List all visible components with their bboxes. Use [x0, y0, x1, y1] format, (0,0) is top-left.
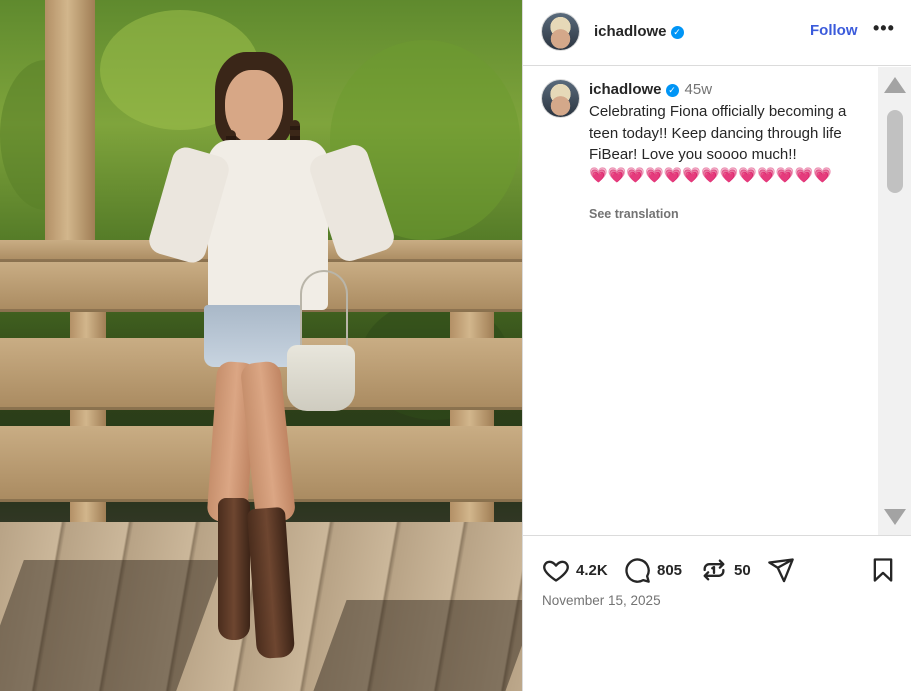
repost-count[interactable]: 50 [734, 562, 751, 579]
action-bar: 4.2K 805 50 November 15, 2025 [523, 535, 911, 691]
post-date[interactable]: November 15, 2025 [542, 593, 661, 608]
caption-hearts: 💗💗💗💗💗💗💗💗💗💗💗💗💗 [589, 167, 832, 184]
scroll-down-arrow-icon[interactable] [884, 509, 906, 525]
like-count[interactable]: 4.2K [576, 562, 608, 579]
cowboy-boot [218, 498, 250, 640]
post-photo[interactable] [0, 0, 522, 691]
bridge-post [45, 0, 95, 262]
post-header: ichadlowe ✓ Follow ••• [523, 0, 911, 66]
repost-button[interactable]: 50 [700, 556, 751, 584]
like-button[interactable]: 4.2K [542, 556, 608, 584]
scroll-thumb[interactable] [887, 110, 903, 193]
deck-shadow [313, 600, 522, 691]
caption-username[interactable]: ichadlowe [589, 81, 662, 98]
repost-icon [703, 559, 725, 581]
see-translation-link[interactable]: See translation [589, 207, 679, 221]
header-username[interactable]: ichadlowe ✓ [594, 23, 684, 40]
caption-text: Celebrating Fiona officially becoming a … [589, 103, 847, 163]
share-icon [768, 558, 794, 583]
heart-icon [543, 560, 569, 582]
scrollbar[interactable] [878, 67, 911, 535]
caption-header: ichadlowe ✓ 45w [589, 81, 712, 98]
handbag [287, 345, 355, 411]
comments-area[interactable]: ichadlowe ✓ 45w Celebrating Fiona official… [523, 67, 911, 535]
comment-button[interactable]: 805 [623, 556, 682, 584]
avatar[interactable] [542, 13, 579, 50]
bookmark-icon [873, 558, 893, 582]
verified-icon: ✓ [670, 26, 684, 39]
more-icon[interactable]: ••• [873, 18, 895, 39]
verified-icon: ✓ [665, 84, 679, 97]
comment-count[interactable]: 805 [657, 562, 682, 579]
post-detail-panel: ichadlowe ✓ Follow ••• ichadlowe ✓ 45w Cele… [522, 0, 911, 691]
save-button[interactable] [869, 556, 897, 584]
caption-age[interactable]: 45w [685, 81, 713, 98]
share-button[interactable] [767, 556, 795, 584]
scroll-up-arrow-icon[interactable] [884, 77, 906, 93]
caption-avatar[interactable] [542, 80, 579, 117]
comment-icon [625, 558, 650, 583]
username-text[interactable]: ichadlowe [594, 23, 667, 40]
follow-button[interactable]: Follow [810, 22, 858, 39]
